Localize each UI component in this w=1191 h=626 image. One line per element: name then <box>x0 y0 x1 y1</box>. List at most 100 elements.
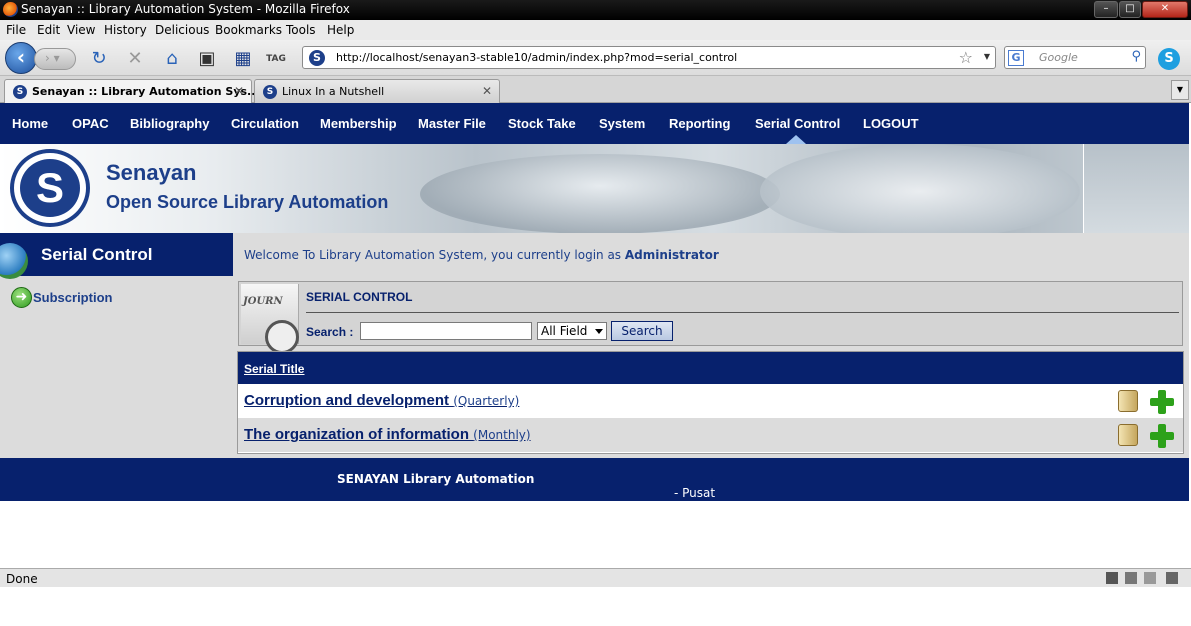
google-icon[interactable]: G <box>1008 50 1024 66</box>
edit-icon[interactable] <box>1118 390 1138 412</box>
add-icon[interactable] <box>1150 390 1174 414</box>
back-button[interactable]: ‹ <box>5 42 37 74</box>
tab-linux[interactable]: S Linux In a Nutshell ✕ <box>254 79 500 103</box>
nav-membership[interactable]: Membership <box>320 116 397 131</box>
serial-title-link[interactable]: Corruption and development <box>244 392 449 409</box>
nav-opac[interactable]: OPAC <box>72 116 109 131</box>
menu-delicious[interactable]: Delicious <box>155 23 209 37</box>
tab-label: Senayan :: Library Automation Sys... <box>32 85 260 98</box>
nav-stock-take[interactable]: Stock Take <box>508 116 576 131</box>
nav-master-file[interactable]: Master File <box>418 116 486 131</box>
nav-serial-control[interactable]: Serial Control <box>755 116 840 131</box>
url-dropdown-icon[interactable]: ▼ <box>984 52 990 61</box>
banner-decoration <box>420 154 780 233</box>
active-nav-indicator <box>786 135 806 144</box>
search-label: Search : <box>306 325 354 339</box>
menu-bar: File Edit View History Delicious Bookmar… <box>0 20 1191 40</box>
navigation-toolbar: ‹ › ▾ ↻ ✕ ⌂ ▣ ▦ TAG S http://localhost/s… <box>0 40 1191 76</box>
nav-home[interactable]: Home <box>12 116 48 131</box>
banner-decoration <box>1083 144 1189 233</box>
journal-clock-icon: JOURN <box>241 284 299 354</box>
window-titlebar: Senayan :: Library Automation System - M… <box>0 0 1191 20</box>
page-footer: SENAYAN Library Automation - Pusat Infor… <box>0 458 1189 626</box>
table-header: Serial Title <box>238 352 1183 384</box>
nav-circulation[interactable]: Circulation <box>231 116 299 131</box>
close-window-button[interactable]: ✕ <box>1142 1 1188 18</box>
serial-table: Serial Title Corruption and development … <box>237 351 1184 454</box>
banner-subtitle: Open Source Library Automation <box>106 192 389 212</box>
search-input[interactable] <box>360 322 532 340</box>
menu-bookmarks[interactable]: Bookmarks <box>215 23 282 37</box>
divider <box>306 312 1179 313</box>
status-icon[interactable] <box>1166 572 1178 584</box>
status-text: Done <box>6 572 38 586</box>
panel-title: SERIAL CONTROL <box>306 290 413 304</box>
minimize-button[interactable]: – <box>1094 1 1118 18</box>
address-bar[interactable]: S http://localhost/senayan3-stable10/adm… <box>302 46 996 69</box>
sidebar-heading: Serial Control <box>0 233 233 279</box>
url-text[interactable]: http://localhost/senayan3-stable10/admin… <box>336 51 737 64</box>
stop-icon[interactable]: ✕ <box>124 48 146 70</box>
menu-history[interactable]: History <box>104 23 147 37</box>
column-serial-title[interactable]: Serial Title <box>244 362 304 376</box>
arrow-right-icon: ➜ <box>11 287 32 308</box>
search-icon[interactable]: ⚲ <box>1131 49 1141 64</box>
app-navigation: Home OPAC Bibliography Circulation Membe… <box>0 103 1189 144</box>
close-tab-icon[interactable]: ✕ <box>234 84 244 98</box>
menu-view[interactable]: View <box>67 23 95 37</box>
tab-senayan[interactable]: S Senayan :: Library Automation Sys... ✕ <box>4 79 260 103</box>
add-icon[interactable] <box>1150 424 1174 448</box>
forward-button[interactable]: › ▾ <box>34 48 76 70</box>
table-row: The organization of information (Monthly… <box>238 418 1183 452</box>
search-placeholder: Google <box>1039 51 1078 64</box>
status-icon[interactable] <box>1106 572 1118 584</box>
senayan-logo: S <box>10 149 90 227</box>
nav-logout[interactable]: LOGOUT <box>863 116 919 131</box>
tab-list-dropdown[interactable]: ▼ <box>1171 80 1189 100</box>
mail-icon[interactable] <box>1144 572 1156 584</box>
nav-bibliography[interactable]: Bibliography <box>130 116 209 131</box>
serial-control-panel: JOURN SERIAL CONTROL Search : All Field … <box>238 281 1183 354</box>
footer-brand: SENAYAN Library Automation <box>337 472 535 486</box>
firefox-icon <box>3 2 18 17</box>
edit-icon[interactable] <box>1118 424 1138 446</box>
maximize-button[interactable]: □ <box>1119 1 1141 18</box>
menu-tools[interactable]: Tools <box>286 23 316 37</box>
serial-frequency: (Monthly) <box>473 428 531 442</box>
search-button[interactable]: Search <box>611 321 673 341</box>
tab-label: Linux In a Nutshell <box>282 85 385 98</box>
tab-favicon: S <box>13 85 27 99</box>
bookmark-star-icon[interactable]: ☆ <box>959 48 973 67</box>
menu-edit[interactable]: Edit <box>37 23 60 37</box>
close-tab-icon[interactable]: ✕ <box>482 84 492 98</box>
welcome-bar: Welcome To Library Automation System, yo… <box>233 233 1189 276</box>
welcome-text: Welcome To Library Automation System, yo… <box>244 248 622 262</box>
search-field-value: All Field <box>541 324 588 338</box>
serial-title-link[interactable]: The organization of information <box>244 426 469 443</box>
skype-icon[interactable]: S <box>1158 48 1180 70</box>
sidebar: Serial Control ➜ Subscription <box>0 233 233 458</box>
status-bar: Done <box>0 568 1191 587</box>
search-engine-box[interactable]: G Google ⚲ <box>1004 46 1146 69</box>
menu-help[interactable]: Help <box>327 23 354 37</box>
nav-reporting[interactable]: Reporting <box>669 116 730 131</box>
tab-favicon: S <box>263 85 277 99</box>
search-field-select[interactable]: All Field <box>537 322 607 340</box>
site-icon: S <box>309 50 325 66</box>
current-user: Administrator <box>624 248 719 262</box>
banner-title: Senayan <box>106 160 197 185</box>
banner-decoration <box>760 144 1080 233</box>
reload-icon[interactable]: ↻ <box>88 48 110 70</box>
status-icon[interactable] <box>1125 572 1137 584</box>
tag-icon[interactable]: TAG <box>265 48 287 70</box>
chevron-down-icon <box>595 329 603 334</box>
footer-text: - Pusat Informasi dan Humas Depdiknas RI… <box>674 486 738 626</box>
bookmark-sidebar-icon[interactable]: ▣ <box>196 48 218 70</box>
globe-icon <box>0 243 28 279</box>
window-title: Senayan :: Library Automation System - M… <box>21 2 350 16</box>
menu-file[interactable]: File <box>6 23 26 37</box>
home-icon[interactable]: ⌂ <box>161 48 183 70</box>
nav-system[interactable]: System <box>599 116 645 131</box>
sidebar-item-label[interactable]: Subscription <box>33 290 112 305</box>
bookmarks-icon[interactable]: ▦ <box>232 48 254 70</box>
